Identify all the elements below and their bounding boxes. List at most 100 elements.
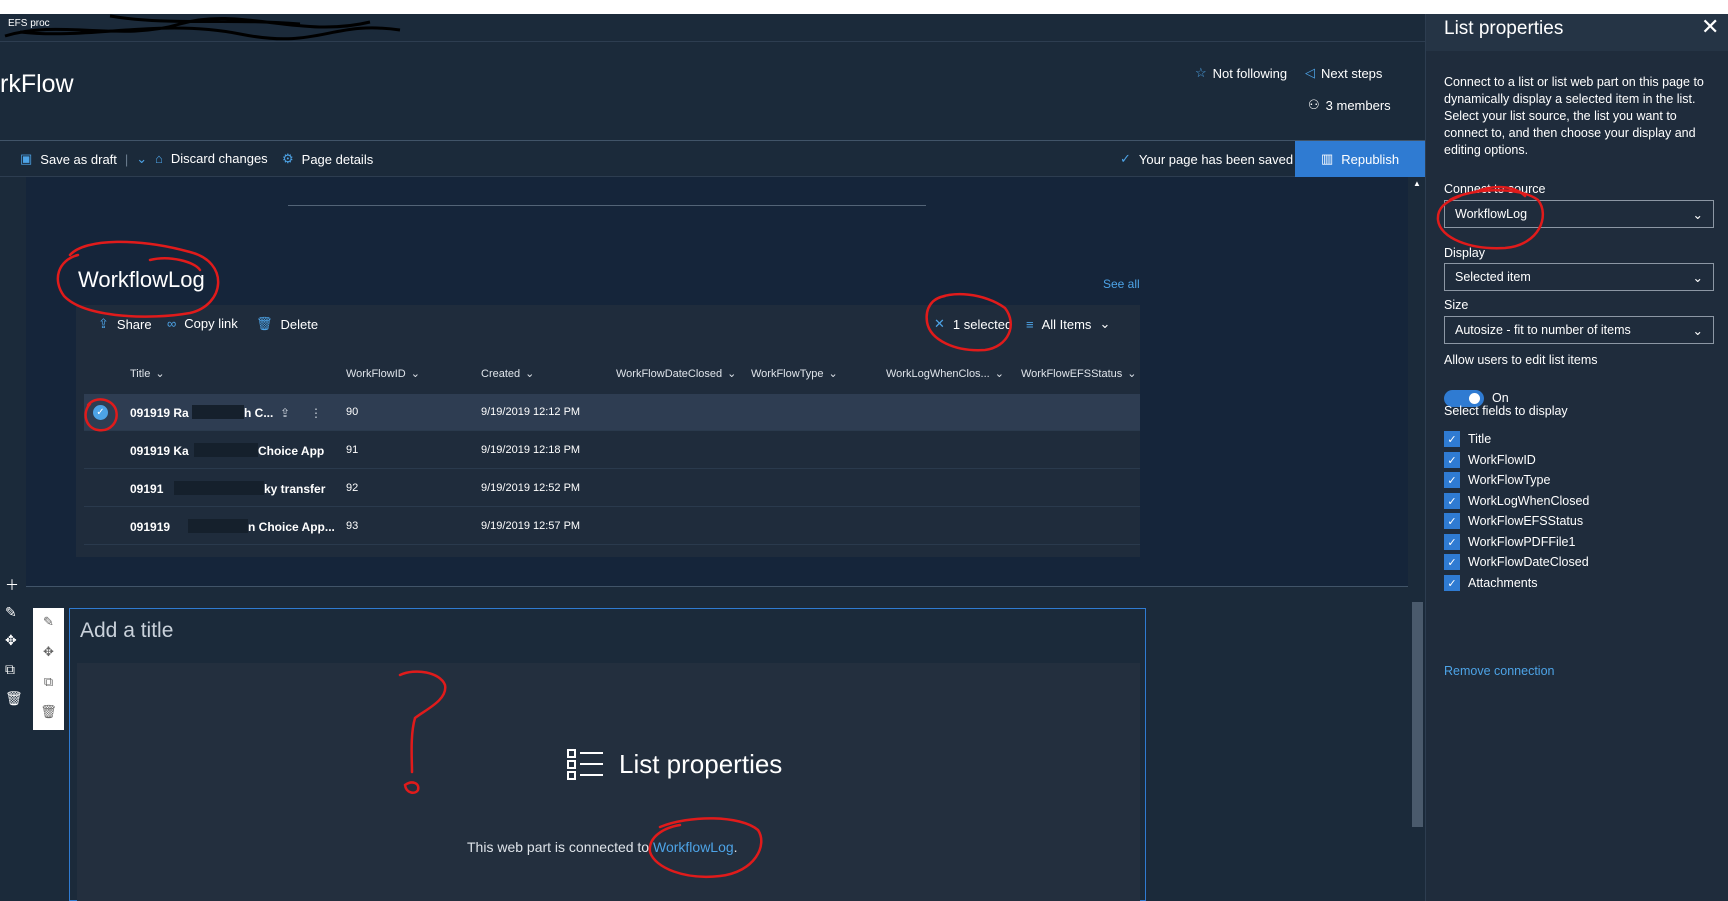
close-icon[interactable]: ✕: [934, 316, 945, 332]
connection-text: This web part is connected to WorkflowLo…: [467, 839, 738, 855]
webpart-title[interactable]: WorkflowLog: [78, 267, 205, 293]
follow-label: Not following: [1212, 65, 1288, 81]
page-details-button[interactable]: ⚙ Page details: [282, 151, 373, 167]
display-label: Display: [1444, 246, 1485, 260]
delete-button[interactable]: 🗑 Delete: [256, 316, 318, 332]
column-header-title[interactable]: Title ⌄: [130, 367, 165, 381]
row-title[interactable]: 091919 Ka: [130, 444, 189, 458]
copy-link-button[interactable]: ∞ Copy link: [167, 316, 238, 331]
delete-webpart-icon[interactable]: 🗑: [33, 704, 64, 720]
row-title[interactable]: 091919 Ra: [130, 406, 189, 420]
redacted-text: [194, 443, 258, 457]
delete-section-icon[interactable]: 🗑: [5, 690, 23, 707]
close-icon[interactable]: ✕: [1701, 14, 1719, 40]
page-scrollbar[interactable]: ▲: [1409, 177, 1425, 901]
discard-changes-button[interactable]: ⌂ Discard changes: [155, 151, 268, 166]
row-checked-icon[interactable]: ✓: [93, 405, 108, 420]
edit-section-icon[interactable]: ✎: [5, 604, 17, 621]
follow-button[interactable]: ☆ Not following: [1195, 65, 1287, 81]
row-created: 9/19/2019 12:18 PM: [481, 444, 581, 456]
view-selector[interactable]: ≡ All Items ⌄: [1026, 316, 1110, 332]
checkbox-checked-icon[interactable]: ✓: [1444, 431, 1460, 447]
remove-connection-link[interactable]: Remove connection: [1444, 664, 1554, 678]
share-button[interactable]: ⇪ Share: [98, 316, 152, 332]
field-checkbox-worklogwhenclosed[interactable]: ✓ WorkLogWhenClosed: [1444, 492, 1589, 510]
row-title[interactable]: 091919: [130, 520, 170, 534]
checkbox-checked-icon[interactable]: ✓: [1444, 534, 1460, 550]
edit-webpart-icon[interactable]: ✎: [33, 614, 64, 630]
save-draft-label: Save as draft: [40, 151, 117, 167]
field-checkbox-title[interactable]: ✓ Title: [1444, 430, 1491, 448]
chevron-down-icon[interactable]: ⌄: [136, 151, 147, 167]
next-steps-button[interactable]: ◁ Next steps: [1305, 65, 1382, 81]
list-properties-webpart[interactable]: Add a title List properties This web par…: [69, 608, 1146, 901]
members-button[interactable]: ⚇ 3 members: [1308, 97, 1391, 113]
field-checkbox-attachments[interactable]: ✓ Attachments: [1444, 574, 1537, 592]
selection-status[interactable]: ✕ 1 selected: [934, 316, 1012, 332]
column-header-workflowid[interactable]: WorkFlowID ⌄: [346, 367, 420, 381]
column-header-workflowtype[interactable]: WorkFlowType ⌄: [751, 367, 838, 381]
connect-source-dropdown[interactable]: WorkflowLog ⌄: [1444, 200, 1714, 228]
move-webpart-icon[interactable]: ✥: [33, 644, 64, 660]
add-section-icon[interactable]: ＋: [5, 575, 19, 595]
row-created: 9/19/2019 12:52 PM: [481, 482, 581, 494]
move-section-icon[interactable]: ✥: [5, 632, 17, 649]
row-id: 90: [346, 406, 359, 418]
section-separator: [26, 586, 1408, 587]
view-label: All Items: [1041, 316, 1092, 332]
display-dropdown[interactable]: Selected item ⌄: [1444, 263, 1714, 291]
page-command-bar: ▣ Save as draft | ⌄ ⌂ Discard changes ⚙ …: [0, 140, 1425, 177]
see-all-link[interactable]: See all: [1103, 277, 1140, 291]
book-icon: ▥: [1320, 151, 1334, 166]
field-checkbox-pdffile[interactable]: ✓ WorkFlowPDFFile1: [1444, 533, 1575, 551]
table-row[interactable]: ✓ 091919 Ra h C... ⇪ ⋮ 90 9/19/2019 12:1…: [84, 394, 1140, 431]
table-row[interactable]: 09191 ky transfer 92 9/19/2019 12:52 PM: [84, 470, 1140, 507]
redacted-text: [174, 481, 264, 495]
list-properties-heading: List properties: [567, 748, 782, 780]
checkbox-checked-icon[interactable]: ✓: [1444, 472, 1460, 488]
table-row[interactable]: 091919 Ka Choice App 91 9/19/2019 12:18 …: [84, 432, 1140, 469]
site-title[interactable]: rkFlow: [0, 70, 74, 99]
republish-button[interactable]: ▥ Republish: [1295, 141, 1425, 177]
page-details-label: Page details: [301, 151, 374, 167]
row-id: 93: [346, 520, 359, 532]
webpart-title-input[interactable]: Add a title: [80, 619, 173, 643]
chevron-down-icon: ⌄: [525, 368, 535, 380]
next-steps-label: Next steps: [1321, 65, 1383, 81]
field-checkbox-workflowtype[interactable]: ✓ WorkFlowType: [1444, 471, 1550, 489]
connection-link[interactable]: WorkflowLog: [653, 839, 734, 855]
field-label: Attachments: [1468, 576, 1538, 590]
checkbox-checked-icon[interactable]: ✓: [1444, 493, 1460, 509]
row-title[interactable]: 09191: [130, 482, 163, 496]
row-id: 91: [346, 444, 359, 456]
checkbox-checked-icon[interactable]: ✓: [1444, 575, 1460, 591]
scrollbar-thumb[interactable]: [1412, 602, 1423, 827]
more-options-icon[interactable]: ⋮: [310, 406, 322, 420]
column-header-efsstatus[interactable]: WorkFlowEFSStatus ⌄: [1021, 367, 1137, 381]
duplicate-webpart-icon[interactable]: ⧉: [33, 674, 64, 690]
checkbox-checked-icon[interactable]: ✓: [1444, 554, 1460, 570]
trash-icon: 🗑: [256, 316, 273, 331]
field-label: WorkFlowType: [1468, 473, 1551, 487]
column-header-dateclosed[interactable]: WorkFlowDateClosed ⌄: [616, 367, 736, 381]
column-header-worklogwhenclosed[interactable]: WorkLogWhenClos... ⌄: [886, 367, 1004, 381]
field-checkbox-workflowid[interactable]: ✓ WorkFlowID: [1444, 451, 1536, 469]
size-dropdown[interactable]: Autosize - fit to number of items ⌄: [1444, 316, 1714, 344]
row-title-end: n Choice App...: [248, 520, 335, 534]
field-checkbox-efsstatus[interactable]: ✓ WorkFlowEFSStatus: [1444, 512, 1583, 530]
field-checkbox-dateclosed[interactable]: ✓ WorkFlowDateClosed: [1444, 553, 1589, 571]
property-pane-title: List properties: [1444, 18, 1564, 39]
share-icon[interactable]: ⇪: [280, 406, 290, 420]
field-label: WorkLogWhenClosed: [1468, 494, 1590, 508]
checkmark-icon: ✓: [1120, 151, 1131, 166]
save-draft-button[interactable]: ▣ Save as draft | ⌄: [20, 151, 147, 167]
column-header-created[interactable]: Created ⌄: [481, 367, 535, 381]
checkbox-checked-icon[interactable]: ✓: [1444, 513, 1460, 529]
connect-source-value: WorkflowLog: [1455, 207, 1528, 221]
link-icon: ∞: [167, 316, 177, 331]
checkbox-checked-icon[interactable]: ✓: [1444, 452, 1460, 468]
table-row[interactable]: 091919 n Choice App... 93 9/19/2019 12:5…: [84, 508, 1140, 545]
scroll-up-icon[interactable]: ▲: [1413, 179, 1421, 188]
duplicate-section-icon[interactable]: ⧉: [5, 661, 15, 678]
chevron-down-icon: ⌄: [1127, 368, 1137, 380]
